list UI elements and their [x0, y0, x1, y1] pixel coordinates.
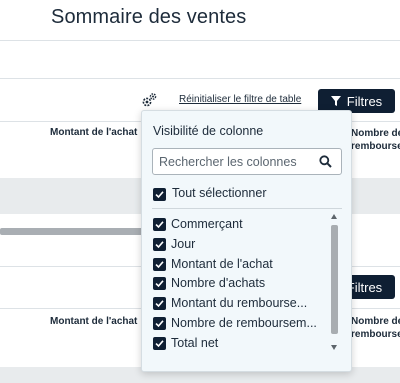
- column-option-montant-achat[interactable]: Montant de l'achat: [152, 256, 332, 273]
- column-option-label: Montant de l'achat: [171, 257, 273, 271]
- checkbox-checked-icon: [153, 258, 166, 271]
- column-option-total-net[interactable]: Total net: [152, 335, 332, 352]
- select-all-label: Tout sélectionner: [172, 186, 267, 200]
- column-option-label: Nombre de remboursem...: [171, 316, 317, 330]
- page-title: Sommaire des ventes: [51, 6, 247, 28]
- reset-table-filter-link[interactable]: Réinitialiser le filtre de table: [179, 94, 301, 105]
- column-visibility-popover: Visibilité de colonne Tout sélectionner …: [141, 110, 352, 372]
- checkbox-checked-icon: [153, 277, 166, 290]
- filters-button-label: Filtres: [346, 279, 383, 295]
- scroll-up-arrow-icon[interactable]: [331, 214, 337, 219]
- settings-gear-icon[interactable]: [141, 92, 157, 108]
- select-all-checkbox[interactable]: Tout sélectionner: [153, 186, 333, 202]
- checkbox-checked-icon: [153, 297, 166, 310]
- header-divider: [0, 40, 400, 41]
- column-option-nombre-achats[interactable]: Nombre d'achats: [152, 275, 332, 292]
- popover-title: Visibilité de colonne: [153, 124, 264, 138]
- column-list-scrollbar[interactable]: [330, 214, 339, 350]
- column-header-purchase-amount-2[interactable]: Montant de l'achat: [50, 315, 137, 328]
- column-option-label: Nombre d'achats: [171, 276, 266, 290]
- checkbox-checked-icon: [153, 337, 166, 350]
- funnel-icon: [330, 96, 341, 106]
- popover-divider: [152, 208, 342, 209]
- scrollbar-thumb[interactable]: [331, 225, 338, 334]
- column-header-refund-count[interactable]: Nombre de rembourse...: [351, 127, 400, 153]
- checkbox-checked-icon: [153, 188, 166, 201]
- column-option-jour[interactable]: Jour: [152, 236, 332, 253]
- column-option-commercant[interactable]: Commerçant: [152, 216, 332, 233]
- column-option-label: Commerçant: [171, 217, 243, 231]
- checkbox-checked-icon: [153, 218, 166, 231]
- column-option-label: Total net: [171, 336, 219, 350]
- search-icon[interactable]: [319, 155, 332, 168]
- checkbox-checked-icon: [153, 238, 166, 251]
- column-option-label: Montant du rembourse...: [171, 296, 308, 310]
- scroll-down-arrow-icon[interactable]: [331, 345, 337, 350]
- column-option-label: Jour: [171, 237, 196, 251]
- column-list: Commerçant Jour Montant de l'achat Nombr…: [152, 214, 342, 352]
- horizontal-scrollbar[interactable]: [0, 228, 150, 235]
- column-option-nombre-remboursements[interactable]: Nombre de remboursem...: [152, 315, 332, 332]
- column-option-montant-remboursement[interactable]: Montant du rembourse...: [152, 295, 332, 312]
- filters-button-label: Filtres: [346, 93, 383, 109]
- section-divider: [0, 78, 400, 79]
- column-header-purchase-amount[interactable]: Montant de l'achat: [50, 126, 137, 139]
- column-search-input[interactable]: [159, 153, 309, 171]
- checkbox-checked-icon: [153, 317, 166, 330]
- column-search-field[interactable]: [152, 148, 342, 175]
- column-header-refund-count-2[interactable]: Nombre de rembourse...: [351, 315, 400, 341]
